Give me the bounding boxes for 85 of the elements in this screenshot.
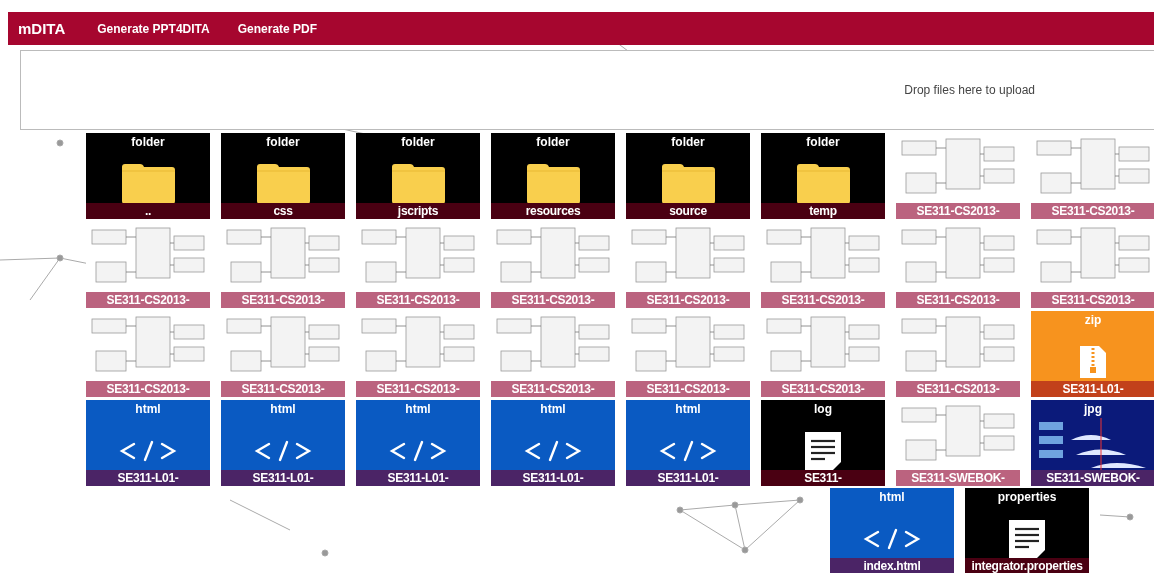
file-type-label: html xyxy=(540,402,566,416)
file-tile[interactable]: html SE311-L01- xyxy=(86,400,210,486)
file-type-label: html xyxy=(135,402,161,416)
folder-icon xyxy=(255,163,311,205)
nav-link[interactable]: Generate PDF xyxy=(237,21,318,36)
file-name: SE311- xyxy=(761,470,885,486)
file-name: SE311-CS2013- xyxy=(896,381,1020,397)
file-tile[interactable]: html SE311-L01- xyxy=(221,400,345,486)
file-type-label: html xyxy=(675,402,701,416)
file-type-label: zip xyxy=(1084,313,1102,327)
file-type-label: folder xyxy=(266,135,300,149)
file-name: SE311-CS2013- xyxy=(896,203,1020,219)
file-tile[interactable]: folder resources xyxy=(491,133,615,219)
file-name: css xyxy=(221,203,345,219)
code-icon xyxy=(254,440,312,462)
file-type-label: jpg xyxy=(1084,402,1102,416)
zip-file-icon xyxy=(1079,345,1107,379)
file-tile[interactable]: html SE311-L01- xyxy=(356,400,480,486)
file-name: integrator.properties xyxy=(965,558,1089,573)
file-tile[interactable]: properties integrator.properties xyxy=(965,488,1089,573)
file-tile[interactable]: html index.html xyxy=(830,488,954,573)
folder-icon xyxy=(390,163,446,205)
document-icon xyxy=(1007,518,1047,560)
file-tile[interactable]: folder css xyxy=(221,133,345,219)
file-name: SE311-CS2013- xyxy=(626,292,750,308)
file-name: SE311-CS2013- xyxy=(626,381,750,397)
file-tile[interactable]: folder temp xyxy=(761,133,885,219)
file-name: SE311-CS2013- xyxy=(86,381,210,397)
code-icon xyxy=(863,528,921,550)
file-name: SE311-CS2013- xyxy=(356,292,480,308)
file-name: resources xyxy=(491,203,615,219)
file-name: .. xyxy=(86,203,210,219)
code-icon xyxy=(659,440,717,462)
folder-icon xyxy=(120,163,176,205)
file-name: SE311-CS2013- xyxy=(761,292,885,308)
file-name: source xyxy=(626,203,750,219)
file-type-label: properties xyxy=(997,490,1057,504)
file-type-label: folder xyxy=(401,135,435,149)
code-icon xyxy=(119,440,177,462)
file-tile[interactable]: html SE311-L01- xyxy=(626,400,750,486)
brand-link[interactable]: mDITA xyxy=(18,20,66,37)
folder-icon xyxy=(660,163,716,205)
file-name: SE311-L01- xyxy=(221,470,345,486)
file-name: temp xyxy=(761,203,885,219)
file-name: SE311-CS2013- xyxy=(1031,203,1154,219)
file-name: SE311-L01- xyxy=(356,470,480,486)
file-name: SE311-CS2013- xyxy=(1031,292,1154,308)
dropzone-message: Drop files here to upload xyxy=(904,83,1035,97)
file-name: SE311-CS2013- xyxy=(491,292,615,308)
file-name: SE311-SWEBOK- xyxy=(896,470,1020,486)
file-type-label: folder xyxy=(806,135,840,149)
file-name: SE311-CS2013- xyxy=(761,381,885,397)
folder-icon xyxy=(795,163,851,205)
file-tile[interactable]: html SE311-L01- xyxy=(491,400,615,486)
file-type-label: log xyxy=(814,402,832,416)
file-name: SE311-SWEBOK- xyxy=(1031,470,1154,486)
file-name: SE311-L01- xyxy=(491,470,615,486)
file-tile[interactable]: zip SE311-L01- xyxy=(1031,311,1154,397)
file-type-label: folder xyxy=(671,135,705,149)
file-type-label: html xyxy=(879,490,905,504)
file-name: SE311-CS2013- xyxy=(491,381,615,397)
file-name: SE311-L01- xyxy=(1031,381,1154,397)
file-name: SE311-L01- xyxy=(626,470,750,486)
file-name: SE311-L01- xyxy=(86,470,210,486)
file-type-label: folder xyxy=(131,135,165,149)
file-name: jscripts xyxy=(356,203,480,219)
nav-link[interactable]: Generate PPT4DITA xyxy=(97,21,210,36)
file-tile[interactable]: log SE311- xyxy=(761,400,885,486)
file-tile[interactable]: folder jscripts xyxy=(356,133,480,219)
folder-icon xyxy=(525,163,581,205)
file-name: SE311-CS2013- xyxy=(896,292,1020,308)
file-name: SE311-CS2013- xyxy=(221,381,345,397)
file-tile[interactable]: folder .. xyxy=(86,133,210,219)
code-icon xyxy=(524,440,582,462)
file-name: SE311-CS2013- xyxy=(356,381,480,397)
file-type-label: html xyxy=(405,402,431,416)
file-name: SE311-CS2013- xyxy=(221,292,345,308)
code-icon xyxy=(389,440,447,462)
file-name: index.html xyxy=(830,558,954,573)
file-type-label: folder xyxy=(536,135,570,149)
file-type-label: html xyxy=(270,402,296,416)
document-icon xyxy=(803,430,843,472)
file-name: SE311-CS2013- xyxy=(86,292,210,308)
dropzone[interactable]: Drop files here to upload xyxy=(20,50,1154,130)
file-tile[interactable]: folder source xyxy=(626,133,750,219)
